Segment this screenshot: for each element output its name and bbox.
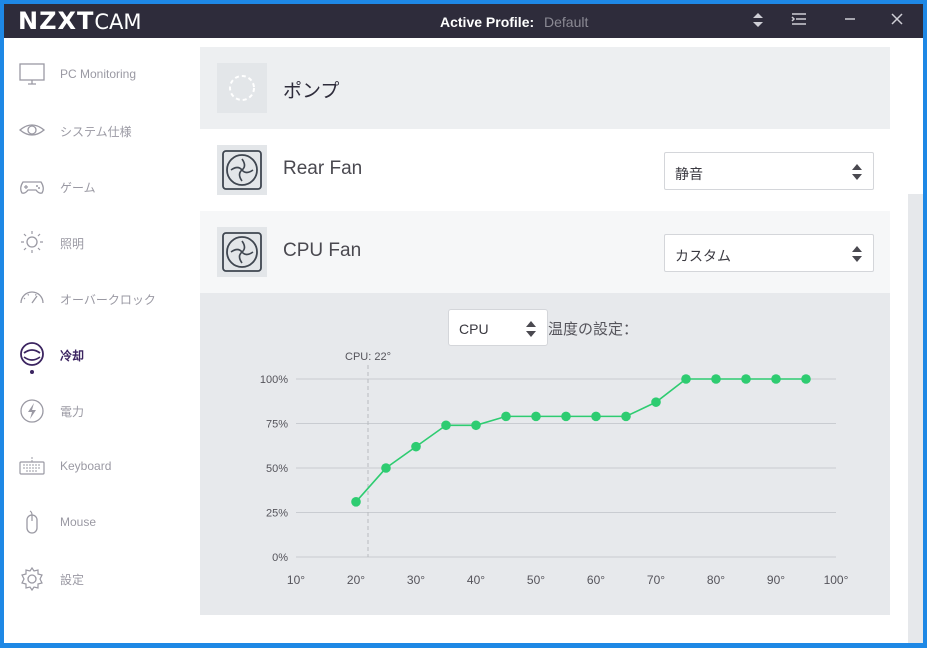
sidebar-item-label: 設定 [60,573,85,587]
sidebar-item-settings[interactable]: 設定 [4,558,200,598]
select-value: 静音 [675,166,703,182]
sidebar-item-power[interactable]: 電力 [4,390,200,430]
x-tick-label: 30° [407,573,425,587]
curve-point[interactable] [411,441,421,452]
rear-fan-mode-select[interactable]: 静音 [664,152,874,190]
gamepad-icon [18,174,46,198]
sidebar-item-label: Keyboard [60,459,112,473]
close-icon[interactable] [888,12,906,30]
sidebar-item-mouse[interactable]: Mouse [4,502,200,542]
sidebar-item-label: 照明 [60,237,85,251]
sidebar-item-games[interactable]: ゲーム [4,166,200,206]
sidebar-item-pc-monitoring[interactable]: PC Monitoring [4,54,200,94]
curve-point[interactable] [351,497,361,507]
app-logo: NZXTCAM [18,7,142,35]
sidebar-item-overclock[interactable]: オーバークロック [4,278,200,318]
mouse-icon [18,510,46,534]
profile-selector[interactable]: Default [544,14,588,30]
sidebar-item-cooling[interactable]: 冷却 [4,334,200,374]
x-tick-label: 70° [647,573,665,587]
curve-point[interactable] [561,411,571,422]
device-name: ポンプ [283,81,340,102]
y-tick-label: 50% [266,463,288,475]
sidebar: PC Monitoring システム仕様 ゲーム 照明 オーバークロック 冷却 … [4,38,200,643]
sidebar-item-lighting[interactable]: 照明 [4,222,200,262]
monitor-icon [18,62,46,86]
menu-icon[interactable] [790,12,808,30]
x-tick-label: 80° [707,573,725,587]
curve-point[interactable] [441,420,451,431]
app-window: NZXTCAM Active Profile: Default PC Monit… [4,4,923,643]
profile-label: Active Profile: [440,14,535,30]
chevron-updown-icon [851,162,863,182]
y-tick-label: 100% [260,374,288,386]
sidebar-item-label: ゲーム [60,181,96,195]
curve-point[interactable] [531,411,541,422]
sidebar-item-label: Mouse [60,515,97,529]
device-row-rear-fan: Rear Fan 静音 [200,129,890,211]
sidebar-item-label: オーバークロック [60,293,156,307]
sidebar-item-label: 電力 [60,405,85,419]
x-tick-label: 100° [824,573,849,587]
pump-icon [217,63,267,113]
x-tick-label: 20° [347,573,365,587]
main-content: ポンプ Rear Fan 静音 CPU Fan カスタム CPU 温度の設定： … [200,38,923,643]
series-line [355,378,806,503]
device-name: CPU Fan [283,240,362,261]
x-tick-label: 50° [527,573,545,587]
curve-point[interactable] [801,374,811,384]
y-tick-label: 75% [266,419,288,431]
fan-curve-panel: CPU 温度の設定： 0% 25% 50% 75% 100% 10° 20° 30° 40° 50… [200,293,890,615]
x-tick-label: 40° [467,573,485,587]
curve-point[interactable] [591,411,601,422]
curve-point[interactable] [681,374,691,384]
fan-icon [217,145,267,195]
profile-switch-icon[interactable] [749,12,767,30]
logo-sub: CAM [94,10,142,34]
curve-point[interactable] [711,374,721,384]
fan-curve-chart[interactable]: 0% 25% 50% 75% 100% 10° 20° 30° 40° 50° 60° 70° 80° 9… [200,293,890,615]
device-row-cpu-fan: CPU Fan カスタム [200,211,890,293]
cooling-icon [18,342,46,366]
eye-icon [18,118,46,142]
select-value: カスタム [675,248,731,264]
sidebar-item-system-specs[interactable]: システム仕様 [4,110,200,150]
fan-icon [217,227,267,277]
active-indicator [30,370,34,374]
keyboard-icon [18,454,46,478]
sidebar-item-label: PC Monitoring [60,67,137,81]
minimize-icon[interactable] [841,12,859,30]
y-tick-label: 0% [272,552,288,564]
scrollbar[interactable] [908,194,923,643]
logo-main: NZXT [18,7,95,35]
gauge-icon [18,286,46,310]
y-tick-label: 25% [266,508,288,520]
x-tick-label: 10° [287,573,305,587]
sun-icon [18,230,46,254]
chevron-updown-icon [851,244,863,264]
sidebar-item-label: システム仕様 [60,125,132,139]
x-tick-label: 60° [587,573,605,587]
device-name: Rear Fan [283,158,363,179]
bolt-icon [18,398,46,423]
curve-point[interactable] [471,420,481,431]
curve-point[interactable] [771,374,781,384]
sidebar-item-label: 冷却 [60,349,85,363]
x-tick-label: 90° [767,573,785,587]
sidebar-item-keyboard[interactable]: Keyboard [4,446,200,486]
curve-point[interactable] [741,374,751,384]
device-row-pump[interactable]: ポンプ [200,47,890,129]
current-temp-label: CPU: 22° [345,351,391,363]
cpu-fan-mode-select[interactable]: カスタム [664,234,874,272]
curve-point[interactable] [501,411,511,422]
title-bar: NZXTCAM Active Profile: Default [4,4,923,38]
gear-icon [18,566,46,592]
curve-point[interactable] [621,411,631,422]
curve-point[interactable] [381,463,391,473]
curve-point[interactable] [651,397,661,407]
